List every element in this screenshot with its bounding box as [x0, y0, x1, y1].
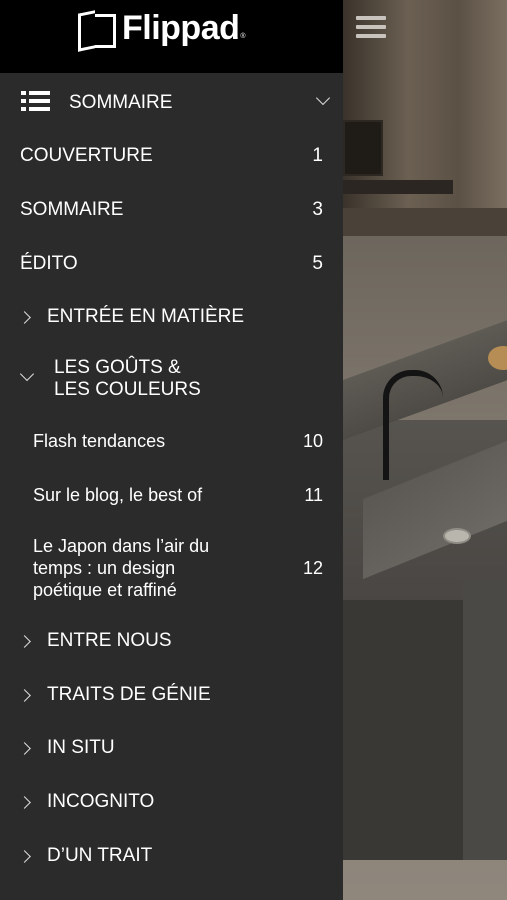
- photo-faucet: [383, 370, 443, 480]
- photo-cabinet: [343, 208, 507, 236]
- chevron-down-icon: [315, 90, 331, 106]
- toc-section-in-situ[interactable]: IN SITU: [0, 737, 343, 761]
- chevron-down-icon: [19, 366, 35, 382]
- top-bar: Flippad ®: [0, 0, 507, 73]
- toc-item-page: 5: [312, 253, 323, 274]
- chevron-right-icon: [18, 850, 31, 863]
- photo-shelf: [343, 180, 453, 194]
- toc-item-page: 12: [302, 558, 323, 578]
- toc-item-label: Sur le blog, le best of: [33, 485, 203, 505]
- chevron-right-icon: [18, 742, 31, 755]
- table-of-contents-panel: SOMMAIRE COUVERTURE 1 SOMMAIRE 3 ÉDITO 5…: [0, 73, 343, 900]
- toc-item-le-japon[interactable]: Le Japon dans l’air du temps : un design…: [0, 535, 343, 603]
- toc-section-d-un-trait[interactable]: D’UN TRAIT: [0, 845, 343, 869]
- toc-section-label: INCOGNITO: [47, 791, 155, 812]
- book-icon: [78, 12, 116, 48]
- hamburger-menu-icon[interactable]: [356, 16, 386, 38]
- toc-item-label-line1: Le Japon dans l’air du: [33, 536, 210, 556]
- toc-item-sur-le-blog[interactable]: Sur le blog, le best of 11: [0, 484, 343, 508]
- toc-item-label: COUVERTURE: [20, 145, 153, 166]
- toc-item-sommaire[interactable]: SOMMAIRE 3: [0, 199, 343, 223]
- toc-section-label: IN SITU: [47, 737, 115, 758]
- toc-section-traits-de-genie[interactable]: TRAITS DE GÉNIE: [0, 684, 343, 708]
- toc-item-label-line3: poétique et raffiné: [33, 580, 177, 600]
- toc-item-flash-tendances[interactable]: Flash tendances 10: [0, 430, 343, 454]
- photo-tv: [343, 120, 383, 176]
- flippad-logo[interactable]: Flippad ®: [78, 8, 246, 48]
- chevron-right-icon: [18, 635, 31, 648]
- chevron-right-icon: [18, 796, 31, 809]
- toc-item-edito[interactable]: ÉDITO 5: [0, 253, 343, 277]
- toc-section-label-line2: LES COULEURS: [54, 379, 201, 400]
- toc-section-entre-nous[interactable]: ENTRE NOUS: [0, 630, 343, 654]
- toc-section-label: ENTRÉE EN MATIÈRE: [47, 306, 245, 327]
- sommaire-title: SOMMAIRE: [69, 92, 173, 113]
- photo-island-front: [343, 600, 463, 860]
- sommaire-header[interactable]: SOMMAIRE: [0, 73, 343, 129]
- toc-item-label-line2: temps : un design: [33, 558, 176, 578]
- toc-section-label-line1: LES GOÛTS &: [54, 357, 181, 378]
- toc-item-label: SOMMAIRE: [20, 199, 124, 220]
- toc-section-label: ENTRE NOUS: [47, 630, 172, 651]
- toc-section-les-gouts-les-couleurs[interactable]: LES GOÛTS & LES COULEURS: [0, 357, 343, 405]
- toc-section-label: D’UN TRAIT: [47, 845, 153, 866]
- logo-text: Flippad: [122, 8, 240, 47]
- toc-section-incognito[interactable]: INCOGNITO: [0, 791, 343, 815]
- photo-island-side: [463, 580, 507, 860]
- toc-section-label: TRAITS DE GÉNIE: [47, 684, 211, 705]
- toc-item-label: ÉDITO: [20, 253, 78, 274]
- toc-item-couverture[interactable]: COUVERTURE 1: [0, 145, 343, 169]
- chevron-right-icon: [18, 311, 31, 324]
- toc-item-page: 1: [312, 145, 323, 166]
- toc-section-entree-en-matiere[interactable]: ENTRÉE EN MATIÈRE: [0, 306, 343, 330]
- toc-item-page: 3: [312, 199, 323, 220]
- list-icon: [21, 91, 51, 111]
- toc-item-page: 10: [302, 431, 323, 451]
- toc-item-page: 11: [304, 485, 323, 505]
- registered-mark: ®: [240, 33, 246, 40]
- background-photo: [343, 0, 507, 900]
- chevron-right-icon: [18, 689, 31, 702]
- photo-drain: [443, 528, 471, 544]
- toc-item-label: Flash tendances: [33, 431, 166, 451]
